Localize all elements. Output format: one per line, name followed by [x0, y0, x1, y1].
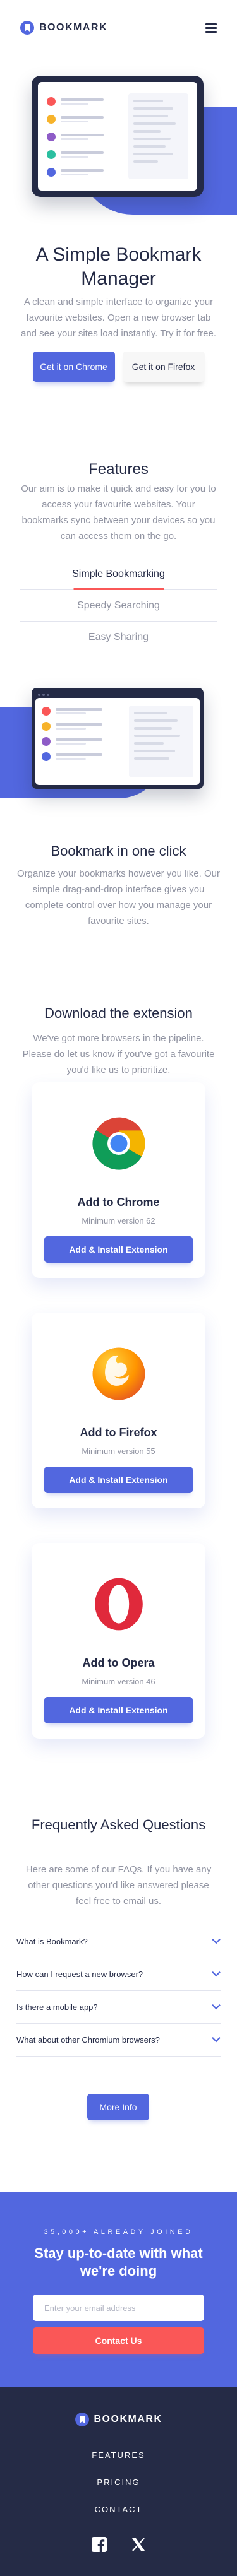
faq-question: How can I request a new browser?: [16, 1970, 143, 1979]
tablet-mockup: [32, 76, 204, 197]
chrome-logo-icon: [92, 1117, 145, 1170]
bookmark-logo-icon: [75, 2413, 89, 2426]
faq-question: What about other Chromium browsers?: [16, 2035, 160, 2045]
faq-question: What is Bookmark?: [16, 1937, 88, 1946]
opera-logo-icon: [94, 1578, 143, 1631]
chevron-down-icon: [212, 2004, 221, 2010]
firefox-card: Add to Firefox Minimum version 55 Add & …: [32, 1313, 205, 1508]
hero-title: A Simple Bookmark Manager: [35, 244, 202, 289]
install-firefox-button[interactable]: Add & Install Extension: [44, 1467, 193, 1493]
opera-card: Add to Opera Minimum version 46 Add & In…: [32, 1543, 205, 1739]
chrome-card: Add to Chrome Minimum version 62 Add & I…: [32, 1082, 205, 1278]
card-version: Minimum version 46: [82, 1677, 155, 1686]
footer-logo[interactable]: BOOKMARK: [0, 2413, 237, 2426]
faq-item[interactable]: What is Bookmark?: [16, 1925, 221, 1958]
card-version: Minimum version 55: [82, 1446, 155, 1456]
x-twitter-icon[interactable]: [131, 2537, 146, 2552]
footer-link-contact[interactable]: CONTACT: [95, 2505, 143, 2514]
feature-panel-title: Bookmark in one click: [51, 843, 186, 859]
faq-list: What is Bookmark? How can I request a ne…: [16, 1925, 221, 2057]
footer-link-pricing[interactable]: PRICING: [97, 2478, 140, 2487]
tab-easy-sharing[interactable]: Easy Sharing: [20, 622, 217, 653]
features-title: Features: [88, 461, 149, 478]
site-header: BOOKMARK: [0, 0, 237, 56]
footer-link-features[interactable]: FEATURES: [92, 2450, 145, 2460]
brand-logo[interactable]: BOOKMARK: [20, 21, 107, 35]
footer-nav: FEATURES PRICING CONTACT: [0, 2450, 237, 2514]
brand-name: BOOKMARK: [39, 22, 107, 33]
features-tabs: Simple Bookmarking Speedy Searching Easy…: [20, 558, 217, 653]
faq-title: Frequently Asked Questions: [31, 1817, 206, 1833]
chevron-down-icon: [212, 1971, 221, 1977]
hero-description: A clean and simple interface to organize…: [20, 297, 217, 339]
browser-mockup: [32, 688, 204, 789]
download-description: We've got more browsers in the pipeline.…: [22, 1033, 215, 1075]
card-title: Add to Chrome: [77, 1196, 160, 1208]
faq-item[interactable]: How can I request a new browser?: [16, 1958, 221, 1991]
card-version: Minimum version 62: [82, 1216, 155, 1226]
download-title: Download the extension: [44, 1005, 193, 1021]
contact-us-button[interactable]: Contact Us: [33, 2327, 204, 2354]
features-description: Our aim is to make it quick and easy for…: [21, 483, 216, 541]
newsletter-title: Stay up-to-date with what we're doing: [34, 2245, 203, 2279]
feature-panel-description: Organize your bookmarks however you like…: [17, 868, 220, 926]
social-links: [0, 2537, 237, 2552]
get-firefox-button[interactable]: Get it on Firefox: [122, 352, 205, 382]
hero-illustration: [0, 76, 237, 215]
faq-item[interactable]: What about other Chromium browsers?: [16, 2024, 221, 2057]
facebook-icon[interactable]: [91, 2537, 107, 2552]
faq-description: Here are some of our FAQs. If you have a…: [25, 1864, 212, 1906]
email-field[interactable]: [33, 2295, 204, 2321]
faq-item[interactable]: Is there a mobile app?: [16, 1991, 221, 2024]
newsletter-section: 35,000+ ALREADY JOINED Stay up-to-date w…: [0, 2192, 237, 2387]
footer-brand-name: BOOKMARK: [94, 2414, 162, 2425]
faq-question: Is there a mobile app?: [16, 2002, 98, 2012]
newsletter-eyebrow: 35,000+ ALREADY JOINED: [44, 2228, 193, 2236]
install-opera-button[interactable]: Add & Install Extension: [44, 1697, 193, 1723]
tab-speedy-searching[interactable]: Speedy Searching: [20, 590, 217, 622]
install-chrome-button[interactable]: Add & Install Extension: [44, 1236, 193, 1263]
chevron-down-icon: [212, 1939, 221, 1944]
get-chrome-button[interactable]: Get it on Chrome: [32, 352, 115, 382]
card-title: Add to Firefox: [80, 1426, 157, 1439]
firefox-logo-icon: [92, 1347, 145, 1400]
chevron-down-icon: [212, 2037, 221, 2043]
more-info-button[interactable]: More Info: [87, 2094, 149, 2120]
tab-simple-bookmarking[interactable]: Simple Bookmarking: [20, 558, 217, 590]
hamburger-menu-icon[interactable]: [205, 23, 217, 33]
card-title: Add to Opera: [82, 1657, 155, 1669]
site-footer: BOOKMARK FEATURES PRICING CONTACT: [0, 2387, 237, 2576]
hero-actions: Get it on Chrome Get it on Firefox: [0, 352, 237, 382]
feature-illustration: [0, 688, 237, 798]
bookmark-logo-icon: [20, 21, 34, 35]
